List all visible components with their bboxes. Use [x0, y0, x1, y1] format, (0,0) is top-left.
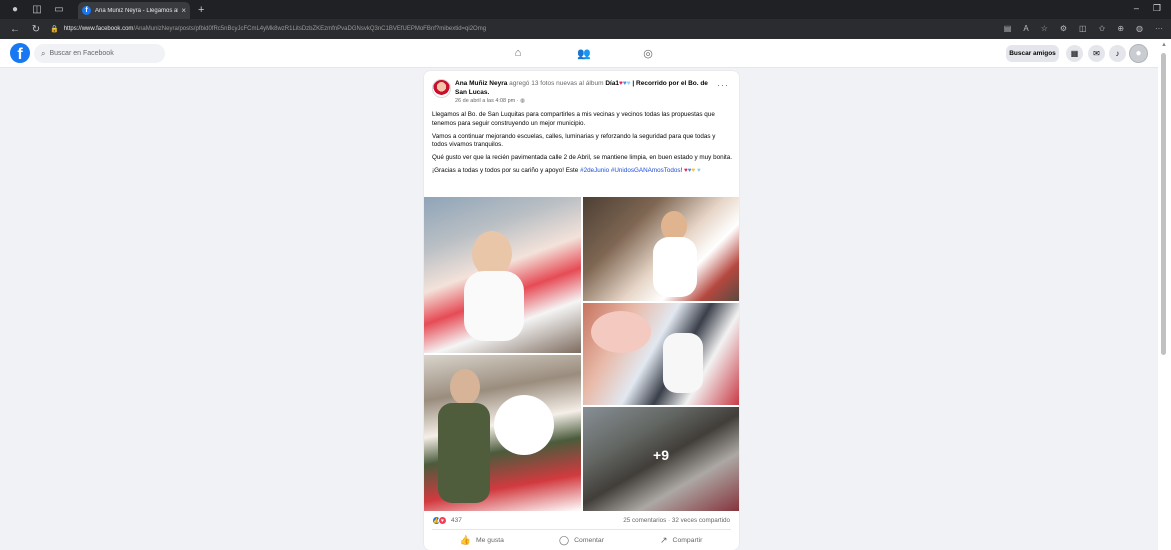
browser-address-bar: ← ↻ 🔒 https://www.facebook.com /AnaMuniz… — [0, 19, 1171, 39]
comment-bubble-icon: ◯ — [559, 534, 570, 545]
facebook-header: f ⌕ Buscar en Facebook ⌂ 👥 ◎ Buscar amig… — [0, 39, 1171, 68]
more-photos-count: +9 — [653, 447, 669, 463]
thumbs-up-icon: 👍 — [459, 534, 471, 545]
messenger-icon[interactable]: ✉ — [1088, 45, 1105, 62]
photo-grid: +9 — [424, 197, 739, 511]
home-icon[interactable]: ⌂ — [510, 45, 526, 61]
favorite-star-icon[interactable]: ☆ — [1041, 24, 1048, 33]
lock-icon: 🔒 — [50, 26, 59, 33]
author-name[interactable]: Ana Muñiz Neyra — [455, 80, 507, 87]
search-icon: ⌕ — [41, 48, 46, 58]
friends-icon[interactable]: 👥 — [576, 45, 592, 61]
scroll-up-icon[interactable]: ▲ — [1161, 42, 1167, 48]
notifications-bell-icon[interactable]: ♪ — [1109, 45, 1126, 62]
post-paragraph-thanks: ¡Gracias a todas y todos por su cariño y… — [432, 167, 732, 176]
favorites-icon[interactable]: ✩ — [1099, 24, 1106, 33]
collections-icon[interactable]: ⊕ — [1117, 24, 1124, 33]
reactions-summary[interactable]: 👍 ♥ 437 — [432, 516, 462, 525]
album-title: Día1 — [605, 80, 620, 87]
photo-figure — [450, 369, 480, 405]
comment-label: Comentar — [574, 536, 604, 544]
post-timestamp[interactable]: 26 de abril a las 4:08 pm · ◍ — [455, 98, 525, 104]
url-field[interactable]: 🔒 https://www.facebook.com /AnaMunizNeyr… — [50, 22, 950, 36]
copilot-icon[interactable]: ◍ — [1136, 24, 1143, 33]
photo-5-more[interactable]: +9 — [583, 407, 739, 511]
photo-2[interactable] — [583, 197, 739, 301]
groups-icon[interactable]: ◎ — [640, 45, 656, 61]
photo-figure — [663, 333, 703, 393]
comment-button[interactable]: ◯ Comentar — [532, 532, 632, 548]
address-bar-icons: ▤ A ☆ ⚙ ◫ ✩ ⊕ ◍ ··· — [1004, 24, 1163, 33]
post-paragraph: Vamos a continuar mejorando escuelas, ca… — [432, 132, 716, 149]
search-input[interactable]: ⌕ Buscar en Facebook — [34, 44, 165, 63]
workspaces-icon[interactable]: ◫ — [30, 3, 44, 17]
like-label: Me gusta — [475, 536, 504, 544]
window-controls: – ❐ — [1134, 3, 1161, 14]
hashtag-link[interactable]: #2deJunio — [580, 167, 609, 174]
photo-figure — [653, 237, 697, 297]
extensions-icon[interactable]: ⚙ — [1060, 24, 1067, 33]
post-paragraph: Qué gusto ver que la recién pavimentada … — [432, 154, 732, 162]
photo-sign — [591, 311, 651, 353]
account-avatar[interactable]: ● — [1129, 44, 1148, 63]
browser-tab[interactable]: f Ana Muñiz Neyra - Llegamos al Bo... × — [78, 2, 190, 19]
photo-figure — [494, 395, 554, 455]
post-body: Llegamos al Bo. de San Luquitas para com… — [432, 111, 732, 181]
timestamp-text: 26 de abril a las 4:08 pm · — [455, 98, 521, 104]
post-header: Ana Muñiz Neyra agregó 13 fotos nuevas a… — [455, 79, 713, 97]
share-label: Compartir — [672, 536, 703, 544]
profile-icon[interactable]: ● — [8, 3, 22, 17]
url-host: https://www.facebook.com — [63, 26, 134, 32]
page-scrollbar[interactable]: ▲ — [1158, 39, 1171, 550]
tab-close-icon[interactable]: × — [181, 6, 186, 15]
photo-3[interactable] — [583, 303, 739, 405]
post-card: Ana Muñiz Neyra agregó 13 fotos nuevas a… — [424, 71, 739, 550]
photo-figure — [464, 271, 524, 341]
split-screen-icon[interactable]: ◫ — [1079, 24, 1087, 33]
search-placeholder: Buscar en Facebook — [49, 50, 114, 57]
restore-icon[interactable]: ❐ — [1153, 3, 1161, 14]
photo-figure — [438, 403, 490, 503]
read-aloud-icon[interactable]: A — [1023, 24, 1028, 33]
globe-icon: ◍ — [520, 98, 525, 104]
divider — [432, 529, 731, 530]
post-options-button[interactable]: ··· — [717, 80, 729, 90]
tab-actions-icon[interactable]: ▭ — [52, 3, 66, 17]
share-button[interactable]: ↗ Compartir — [631, 532, 731, 548]
light-blue-heart-icon: ♥ — [697, 167, 701, 175]
thanks-text: ¡Gracias a todas y todos por su cariño y… — [432, 167, 581, 175]
refresh-icon[interactable]: ↻ — [30, 24, 42, 35]
minimize-icon[interactable]: – — [1134, 3, 1139, 14]
url-path: /AnaMunizNeyra/posts/pfbid0fRc5nBcyJcFCm… — [133, 26, 487, 32]
like-button[interactable]: 👍 Me gusta — [432, 532, 532, 548]
yellow-heart-icon: ♥ — [691, 167, 696, 175]
post-actions: 👍 Me gusta ◯ Comentar ↗ Compartir — [432, 532, 731, 548]
photo-1[interactable] — [424, 197, 581, 353]
facebook-logo[interactable]: f — [10, 43, 30, 63]
scrollbar-thumb[interactable] — [1161, 53, 1166, 355]
browser-tab-bar: ● ◫ ▭ f Ana Muñiz Neyra - Llegamos al Bo… — [0, 0, 1171, 19]
find-friends-button[interactable]: Buscar amigos — [1006, 45, 1059, 62]
post-paragraph: Llegamos al Bo. de San Luquitas para com… — [432, 111, 715, 127]
author-avatar[interactable] — [432, 79, 451, 98]
comments-shares-count[interactable]: 25 comentarios · 32 veces compartido — [623, 517, 730, 524]
menu-grid-icon[interactable]: ▦ — [1066, 45, 1083, 62]
reaction-count: 437 — [451, 517, 462, 524]
post-action: agregó 13 fotos nuevas al álbum — [507, 80, 606, 87]
love-reaction-icon: ♥ — [438, 516, 447, 525]
menu-icon[interactable]: ··· — [1155, 24, 1163, 33]
new-tab-button[interactable]: + — [198, 4, 204, 16]
hashtag-link[interactable]: #UnidosGANAmosTodos — [611, 167, 681, 174]
photo-4[interactable] — [424, 355, 581, 511]
facebook-favicon-icon: f — [82, 6, 91, 15]
back-icon[interactable]: ← — [9, 24, 21, 35]
share-arrow-icon: ↗ — [659, 534, 668, 545]
tab-title: Ana Muñiz Neyra - Llegamos al Bo... — [95, 7, 179, 14]
reader-icon[interactable]: ▤ — [1004, 24, 1012, 33]
